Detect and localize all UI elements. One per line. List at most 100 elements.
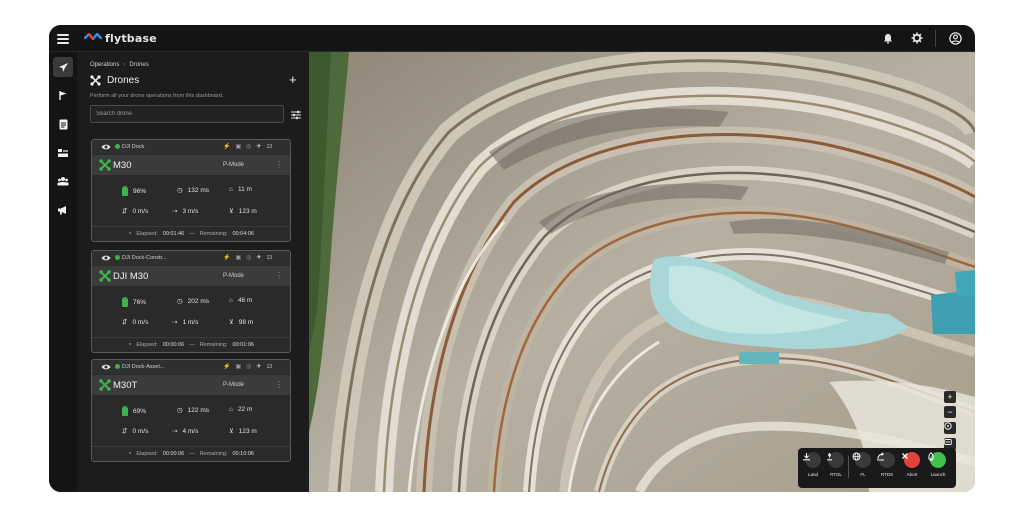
plane-icon [58, 62, 68, 72]
drone-row[interactable]: M30 P-Mode ⋮ [92, 155, 290, 175]
radio-icon: ◎ [246, 255, 252, 261]
battery-stat: 96% [122, 186, 146, 196]
bell-icon[interactable] [881, 31, 895, 45]
battery-icon [122, 297, 128, 307]
distance-icon: ⊻ [229, 319, 234, 326]
nav-drones[interactable] [53, 57, 73, 77]
layers-button[interactable] [944, 422, 956, 434]
distance-stat: ⊻ 123 m [229, 427, 257, 436]
altitude-value: 46 m [237, 297, 253, 304]
distance-value: 98 m [238, 318, 254, 326]
flag-icon [59, 90, 67, 100]
vertical-arrow-icon: ⇵ [122, 208, 128, 215]
vertical-speed-stat: ⇵ 0 m/s [122, 318, 149, 327]
remaining-label: Remaining: [199, 451, 228, 457]
latency-value: 132 ms [187, 186, 209, 194]
drone-action-bar: Land RTDL FL RTDS Abort Launch [798, 448, 956, 488]
timer-clock-icon: ◔ [128, 342, 132, 348]
horizontal-speed-stat: ⇢ 1 m/s [172, 318, 198, 327]
gear-icon[interactable] [910, 31, 924, 45]
drone-row[interactable]: DJI M30 P-Mode ⋮ [92, 266, 290, 286]
launch-button[interactable]: Launch [927, 452, 949, 477]
drone-card[interactable]: DJI Dock-Constr... ⚡ ▣ ◎ ✈ 13 DJI M30 P-… [91, 250, 291, 353]
launch-label: Launch [930, 472, 946, 477]
rtds-button[interactable]: RTDS [876, 452, 898, 477]
drone-status-icon [99, 379, 111, 391]
nav-missions[interactable] [53, 85, 73, 105]
breadcrumb-operations[interactable]: Operations [90, 62, 119, 68]
drone-card[interactable]: DJI Dock-Asset... ⚡ ▣ ◎ ✈ 13 M30T P-Mode… [91, 359, 291, 462]
drone-status-icon [99, 159, 111, 171]
altitude-stat: ⌂ 46 m [229, 297, 252, 304]
signal-icon: ✈ [256, 144, 262, 150]
search-input[interactable] [90, 105, 284, 123]
more-options-icon[interactable]: ⋮ [275, 380, 283, 389]
bolt-icon: ⚡ [223, 364, 231, 370]
app-window: flytbase Operations › Drones Drones + Pe… [49, 25, 975, 492]
altitude-stat: ⌂ 22 m [229, 406, 252, 413]
megaphone-icon [58, 206, 66, 215]
eye-icon[interactable] [101, 143, 111, 151]
nav-team[interactable] [53, 171, 73, 191]
distance-icon: ⊻ [229, 428, 234, 435]
filter-button[interactable] [290, 108, 302, 120]
zoom-in-button[interactable]: + [944, 391, 956, 403]
status-dot [115, 144, 120, 149]
bolt-icon: ⚡ [223, 255, 231, 261]
land-label: Land [807, 472, 818, 477]
battery-value: 76% [133, 298, 147, 306]
flight-timer: ◔ Elapsed: 00:00:06 — Remaining: 00:01:06 [92, 337, 290, 352]
eye-icon[interactable] [101, 254, 111, 262]
card-header: DJI Dock-Constr... ⚡ ▣ ◎ ✈ 13 [92, 251, 290, 265]
home-icon: ⌂ [229, 406, 233, 413]
latency-stat: ◷ 132 ms [177, 186, 209, 195]
abort-button[interactable]: Abort [901, 452, 923, 477]
side-nav [49, 52, 77, 492]
globe-icon [852, 452, 871, 468]
header-icons: ⚡ ▣ ◎ ✈ 13 [223, 254, 272, 262]
vertical-speed-value: 0 m/s [132, 318, 149, 326]
land-button[interactable]: Land [802, 452, 824, 477]
clock-icon: ◷ [177, 407, 183, 414]
nav-docks[interactable] [53, 143, 73, 163]
flight-timer: ◔ Elapsed: 00:01:46 — Remaining: 00:04:06 [92, 226, 290, 241]
nav-alerts[interactable] [53, 200, 73, 220]
panel-subtitle: Perform all your drone operations from t… [90, 93, 224, 99]
eye-icon[interactable] [101, 363, 111, 371]
aerial-map[interactable]: + − Land RTDL FL RTDS Abort Launch [309, 52, 975, 492]
report-icon [59, 119, 67, 129]
timer-clock-icon: ◔ [128, 231, 132, 237]
dock-icon [58, 149, 68, 157]
rtdl-label: RTDL [830, 472, 842, 477]
radio-icon: ◎ [246, 364, 252, 370]
drone-card[interactable]: DJI Dock ⚡ ▣ ◎ ✈ 13 M30 P-Mode ⋮ 96% ◷ 13… [91, 139, 291, 242]
more-options-icon[interactable]: ⋮ [275, 271, 283, 280]
camera-icon: ▣ [235, 255, 242, 261]
logo-text: flytbase [105, 32, 157, 45]
battery-icon [122, 186, 128, 196]
vertical-speed-stat: ⇵ 0 m/s [122, 427, 148, 436]
signal-icon: ✈ [256, 255, 262, 261]
fl-button[interactable]: FL [852, 452, 874, 477]
add-drone-button[interactable]: + [289, 73, 297, 86]
drone-row[interactable]: M30T P-Mode ⋮ [92, 375, 290, 395]
flytbase-logo: flytbase [84, 31, 157, 46]
latency-value: 122 ms [187, 406, 209, 414]
top-divider [935, 30, 936, 47]
flight-mode: P-Mode [223, 162, 245, 168]
rtdl-icon [827, 452, 844, 468]
distance-value: 123 m [238, 207, 257, 215]
menu-icon[interactable] [57, 34, 69, 44]
zoom-out-button[interactable]: − [944, 406, 956, 418]
rtdl-button[interactable]: RTDL [825, 452, 847, 477]
drone-name: DJI M30 [113, 271, 149, 282]
radio-icon: ◎ [246, 144, 252, 150]
sliders-icon [291, 110, 301, 120]
remaining-value: 00:10:06 [232, 451, 254, 457]
elapsed-label: Elapsed: [136, 451, 158, 457]
more-options-icon[interactable]: ⋮ [275, 160, 283, 169]
drone-name: M30 [113, 160, 132, 171]
horizontal-arrow-icon: ⇢ [172, 208, 178, 215]
user-circle-icon[interactable] [948, 31, 962, 45]
nav-reports[interactable] [53, 114, 73, 134]
